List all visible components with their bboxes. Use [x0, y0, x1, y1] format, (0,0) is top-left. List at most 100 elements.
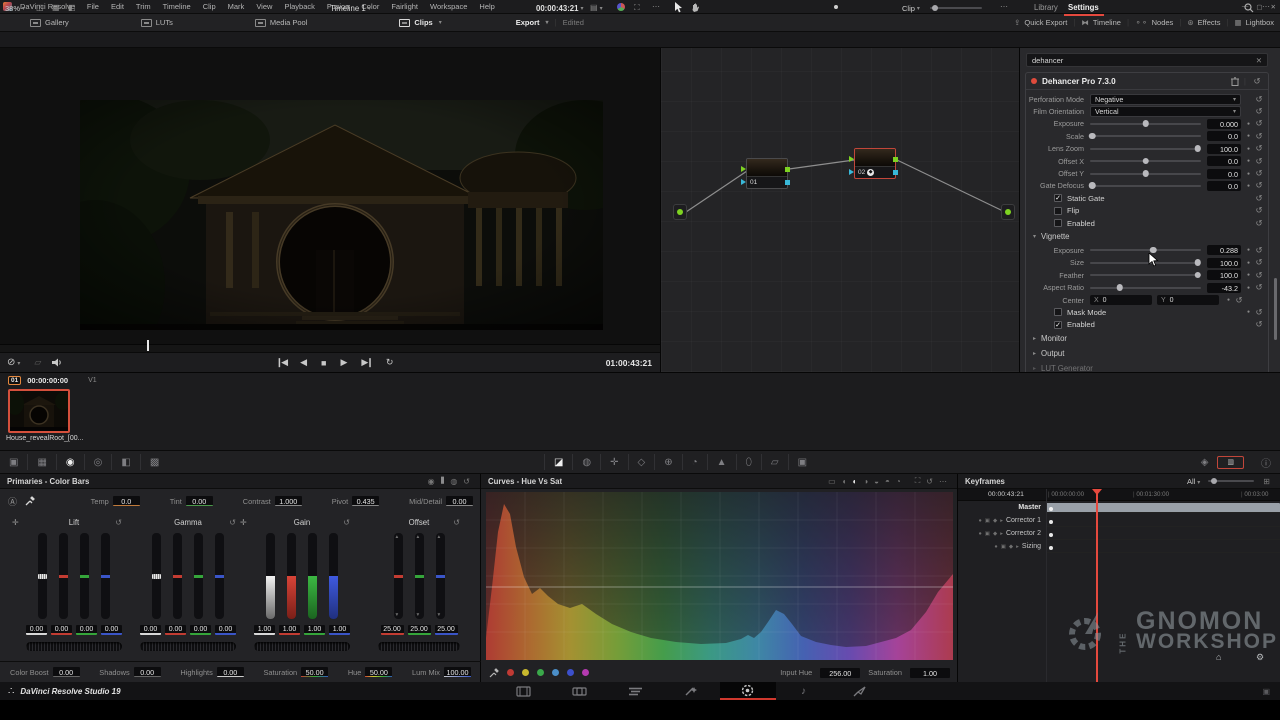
param-value[interactable]: 0.288 [1207, 245, 1241, 255]
panel-options-icon[interactable]: ⋯ [1262, 2, 1270, 11]
gamma-master-wheel[interactable] [140, 642, 236, 651]
menu-playback[interactable]: Playback [278, 2, 320, 11]
bars-mode-icon[interactable]: ⫼ [438, 476, 448, 486]
menu-trim[interactable]: Trim [130, 2, 157, 11]
auto-balance-icon[interactable]: Ⓐ [8, 495, 17, 508]
gamma-red-value[interactable]: 0.00 [165, 625, 186, 635]
node-02-key-input-port[interactable] [849, 169, 854, 175]
vignette-feather-slider[interactable] [1090, 274, 1201, 276]
perforation-mode-dropdown[interactable]: Negative▾ [1090, 94, 1241, 105]
param-value[interactable]: 100.0 [1207, 270, 1241, 280]
color-warper-icon[interactable]: ◍ [573, 454, 601, 470]
reset-icon[interactable]: ↺ [1233, 295, 1245, 306]
unmix-icon[interactable]: ▱ [27, 357, 48, 368]
param-value[interactable]: 0.0 [1207, 156, 1241, 166]
menu-help[interactable]: Help [473, 2, 500, 11]
reset-icon[interactable]: ↺ [1253, 193, 1265, 204]
keyframe-dot-icon[interactable]: ● [1244, 121, 1253, 127]
go-to-end-button[interactable]: ▶❙ [354, 357, 378, 368]
section-vignette[interactable]: ▾ Vignette [1026, 229, 1268, 244]
gallery-button[interactable]: Gallery [24, 14, 75, 32]
gamma-luma-value[interactable]: 0.00 [140, 625, 161, 635]
gamma-green-value[interactable]: 0.00 [190, 625, 211, 635]
page-media-icon[interactable] [496, 682, 552, 700]
gain-luma-slider[interactable] [266, 533, 275, 619]
rgb-mixer-icon[interactable]: ◧ [112, 454, 140, 470]
keyframe-dot-icon[interactable]: ● [1244, 247, 1253, 253]
yellow-swatch[interactable] [522, 669, 529, 676]
reset-icon[interactable]: ↺ [1253, 307, 1265, 318]
magic-mask-icon[interactable]: ◔ [683, 454, 708, 470]
menu-view[interactable]: View [250, 2, 278, 11]
gain-blue-value[interactable]: 1.00 [329, 625, 350, 635]
page-fusion-icon[interactable] [664, 682, 720, 700]
reset-icon[interactable]: ↺ [1253, 218, 1265, 229]
param-value[interactable]: -43.2 [1207, 283, 1241, 293]
source-node[interactable] [673, 204, 687, 220]
keyframe-dot-icon[interactable]: ● [1244, 285, 1253, 291]
wheels-mode-icon[interactable]: ◉ [425, 477, 438, 486]
curve-saturation-value[interactable]: 1.00 [910, 668, 950, 678]
quick-export-button[interactable]: ⇪Quick Export [1008, 14, 1073, 32]
reset-icon[interactable]: ↺ [1253, 156, 1265, 167]
scopes-toggle-icon[interactable]: ◈ [1192, 454, 1218, 470]
menu-clip[interactable]: Clip [197, 2, 222, 11]
offset-x-slider[interactable] [1090, 160, 1201, 162]
hdr-wheels-icon[interactable]: ◎ [85, 454, 113, 470]
shadows-control[interactable]: Shadows0.00 [99, 667, 160, 677]
hue-control[interactable]: Hue50.00 [348, 667, 393, 677]
mask-mode-checkbox[interactable] [1054, 308, 1062, 316]
single-viewer-icon[interactable]: ◫ [36, 3, 44, 12]
clips-button[interactable]: Clips▾ [393, 14, 447, 32]
reset-icon[interactable]: ↺ [1253, 168, 1265, 179]
offset-green-slider[interactable]: ▴▾ [415, 533, 424, 619]
cyan-swatch[interactable] [552, 669, 559, 676]
offset-red-slider[interactable]: ▴▾ [394, 533, 403, 619]
input-hue-value[interactable]: 256.00 [820, 668, 860, 678]
node-02-rgb-input-port[interactable] [849, 156, 854, 162]
node-01-rgb-input-port[interactable] [741, 166, 746, 172]
keyframe-track-master[interactable]: Master [958, 502, 1280, 515]
section-monitor[interactable]: ▸ Monitor [1026, 331, 1268, 346]
node-01-key-input-port[interactable] [741, 179, 746, 185]
curves-expand-icon[interactable]: ⛶ [912, 476, 924, 486]
lift-red-slider[interactable] [59, 533, 68, 619]
chevron-up-icon[interactable]: ▴ [417, 534, 420, 540]
lift-red-value[interactable]: 0.00 [51, 625, 72, 635]
search-icon[interactable] [1244, 3, 1254, 13]
scrub-playhead[interactable] [147, 340, 149, 351]
stereo-3d-icon[interactable]: ▣ [789, 454, 816, 470]
viewer-scrub-bar[interactable] [0, 344, 660, 352]
key-icon[interactable]: ⬯ [737, 454, 762, 470]
project-manager-icon[interactable]: ▣ [1262, 687, 1270, 696]
saturation-value[interactable]: 50.00 [301, 667, 328, 677]
reset-icon[interactable]: ↺ [1253, 257, 1265, 268]
offset-master-wheel[interactable] [378, 642, 460, 651]
info-icon[interactable]: ⓘ [1252, 454, 1280, 470]
clip-thumbnail[interactable] [8, 389, 70, 433]
gain-reset-icon[interactable]: ↺ [343, 518, 350, 527]
step-back-button[interactable]: ◀ [293, 357, 314, 368]
section-lut-generator[interactable]: ▸ LUT Generator [1026, 361, 1268, 372]
lum-vs-sat-icon[interactable]: ◒ [871, 477, 882, 486]
reset-icon[interactable]: ↺ [1253, 282, 1265, 293]
hue-vs-hue-icon[interactable]: ◖ [839, 477, 850, 486]
blue-swatch[interactable] [567, 669, 574, 676]
overlay-home-icon[interactable]: ⌂ [1216, 652, 1221, 662]
plugin-enabled-led[interactable] [1031, 78, 1037, 84]
menu-fairlight[interactable]: Fairlight [385, 2, 424, 11]
lightbox-toggle-button[interactable]: ▦Lightbox [1229, 14, 1280, 32]
gain-green-slider[interactable] [308, 533, 317, 619]
red-swatch[interactable] [507, 669, 514, 676]
param-value[interactable]: 100.0 [1207, 144, 1241, 154]
export-dropdown[interactable]: Export▾ [510, 14, 555, 32]
viewer-options-icon[interactable]: ⋯ [652, 2, 660, 11]
media-pool-button[interactable]: Media Pool [249, 14, 314, 32]
lift-green-slider[interactable] [80, 533, 89, 619]
play-button[interactable]: ▶ [333, 357, 354, 368]
timeline-toggle-button[interactable]: ⧓Timeline [1075, 14, 1127, 32]
curves-options-icon[interactable]: ⋯ [936, 477, 950, 486]
keyframes-expand-icon[interactable]: ⊞ [1260, 477, 1273, 486]
keyframe-dot-icon[interactable]: ● [1244, 309, 1253, 315]
keyframe-dot-icon[interactable]: ● [1244, 260, 1253, 266]
